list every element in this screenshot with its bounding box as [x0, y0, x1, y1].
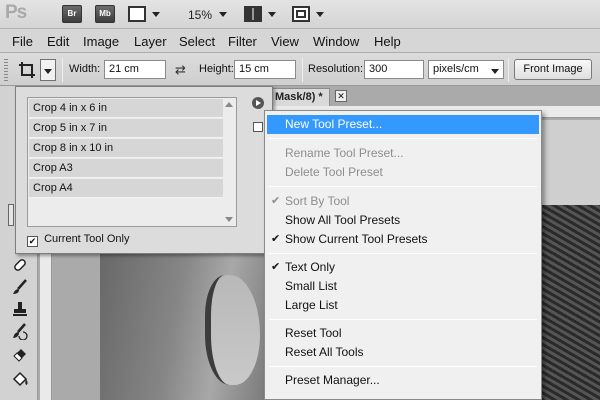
- menu-view[interactable]: View: [271, 34, 299, 49]
- menu-bar: File Edit Image Layer Select Filter View…: [0, 29, 600, 53]
- checkmark-icon: ✔: [271, 233, 281, 245]
- menu-item-rename-tool-preset: Rename Tool Preset...: [285, 146, 404, 160]
- checkmark-icon: ✔: [271, 195, 281, 207]
- current-tool-only-option[interactable]: ✔ Current Tool Only: [27, 233, 129, 247]
- menu-layer[interactable]: Layer: [134, 34, 167, 49]
- swap-dimensions-icon[interactable]: ⇄: [175, 62, 186, 78]
- launch-mini-bridge-button[interactable]: Mb: [95, 5, 115, 23]
- chevron-down-icon: [152, 12, 160, 17]
- tool-slot[interactable]: [8, 204, 14, 226]
- clone-stamp-icon[interactable]: [11, 300, 29, 318]
- view-extras-icon: [128, 6, 146, 22]
- resolution-unit-select[interactable]: pixels/cm: [428, 60, 504, 79]
- crop-icon: [19, 62, 35, 78]
- height-label: Height:: [199, 63, 234, 75]
- photoshop-logo: Ps: [5, 2, 27, 23]
- tool-preset-list[interactable]: Crop 4 in x 6 in Crop 5 in x 7 in Crop 8…: [27, 97, 237, 227]
- document-tab[interactable]: Mask/8) *: [268, 88, 330, 106]
- document-image-texture: [540, 205, 600, 400]
- options-grip: [4, 59, 8, 81]
- preset-list-scrollbar[interactable]: [223, 99, 235, 225]
- menu-item-delete-tool-preset: Delete Tool Preset: [285, 165, 383, 179]
- tool-preset-picker-button[interactable]: [40, 59, 56, 81]
- chevron-down-icon: [316, 12, 324, 17]
- menu-separator: [269, 366, 537, 367]
- tool-options-bar: Width: 21 cm ⇄ Height: 15 cm Resolution:…: [0, 53, 600, 86]
- width-label: Width:: [69, 63, 101, 75]
- history-brush-icon[interactable]: [11, 322, 29, 340]
- view-extras-button[interactable]: [128, 6, 160, 24]
- checkmark-icon: ✔: [271, 261, 281, 273]
- menu-item-new-tool-preset[interactable]: New Tool Preset...: [267, 115, 539, 134]
- menu-item-small-list[interactable]: Small List: [267, 277, 539, 296]
- tool-preset-picker-panel: Crop 4 in x 6 in Crop 5 in x 7 in Crop 8…: [15, 86, 273, 254]
- menu-edit[interactable]: Edit: [47, 34, 69, 49]
- application-bar: Ps Br Mb 15%: [0, 0, 600, 29]
- height-input[interactable]: 15 cm: [234, 60, 296, 79]
- menu-item-show-current-tool-presets[interactable]: ✔ Show Current Tool Presets: [267, 230, 539, 249]
- menu-item-preset-manager[interactable]: Preset Manager...: [267, 371, 539, 390]
- menu-item-reset-all-tools[interactable]: Reset All Tools: [267, 343, 539, 362]
- options-separator: [62, 58, 63, 82]
- zoom-level[interactable]: 15%: [188, 8, 212, 22]
- menu-item-reset-tool[interactable]: Reset Tool: [267, 324, 539, 343]
- menu-file[interactable]: File: [12, 34, 33, 49]
- document-background: [540, 120, 600, 205]
- menu-separator: [269, 319, 537, 320]
- paint-bucket-icon[interactable]: [11, 370, 29, 388]
- screen-mode-icon: [292, 6, 310, 22]
- menu-item-large-list[interactable]: Large List: [267, 296, 539, 315]
- spot-healing-brush-icon[interactable]: [11, 256, 29, 274]
- resolution-unit-value: pixels/cm: [433, 63, 479, 75]
- preset-item[interactable]: Crop 4 in x 6 in: [29, 99, 223, 118]
- menu-separator: [269, 186, 537, 187]
- screen-mode-button[interactable]: [292, 6, 324, 24]
- create-new-preset-icon[interactable]: [253, 122, 263, 132]
- menu-item-text-only[interactable]: ✔ Text Only: [267, 258, 539, 277]
- width-input[interactable]: 21 cm: [104, 60, 166, 79]
- preset-item[interactable]: Crop 8 in x 10 in: [29, 139, 223, 158]
- menu-item-show-all-tool-presets[interactable]: Show All Tool Presets: [267, 211, 539, 230]
- menu-select[interactable]: Select: [179, 34, 215, 49]
- scroll-up-icon[interactable]: [225, 102, 233, 107]
- options-separator: [302, 58, 303, 82]
- menu-item-label: Text Only: [285, 260, 336, 274]
- panel-menu-button[interactable]: [252, 97, 264, 109]
- scroll-down-icon[interactable]: [225, 217, 233, 222]
- preset-item[interactable]: Crop 5 in x 7 in: [29, 119, 223, 138]
- document-close-icon[interactable]: ✕: [335, 90, 347, 102]
- resolution-label: Resolution:: [308, 63, 364, 75]
- brush-icon[interactable]: [11, 278, 29, 296]
- preset-item[interactable]: Crop A4: [29, 179, 223, 198]
- current-tool-only-checkbox[interactable]: ✔: [27, 236, 38, 247]
- menu-separator: [269, 138, 537, 139]
- menu-separator: [269, 253, 537, 254]
- arrange-documents-icon: [244, 6, 262, 22]
- menu-image[interactable]: Image: [83, 34, 119, 49]
- chevron-down-icon: [44, 69, 52, 74]
- options-separator: [508, 58, 509, 82]
- menu-item-label: Sort By Tool: [285, 194, 350, 208]
- eraser-icon[interactable]: [11, 344, 29, 362]
- chevron-down-icon: [491, 69, 499, 74]
- menu-item-sort-by-tool: ✔ Sort By Tool: [267, 192, 539, 211]
- chevron-down-icon: [268, 12, 276, 17]
- preset-item[interactable]: Crop A3: [29, 159, 223, 178]
- zoom-chevron-down-icon[interactable]: [219, 12, 227, 17]
- menu-item-label: Show Current Tool Presets: [285, 232, 428, 246]
- document-tab-title: Mask/8) *: [275, 91, 323, 103]
- arrange-documents-button[interactable]: [244, 6, 276, 24]
- front-image-button[interactable]: Front Image: [514, 59, 592, 80]
- tool-preset-context-menu: New Tool Preset... Rename Tool Preset...…: [264, 110, 542, 400]
- current-tool-only-label: Current Tool Only: [44, 233, 130, 245]
- resolution-input[interactable]: 300: [364, 60, 424, 79]
- menu-filter[interactable]: Filter: [228, 34, 257, 49]
- launch-bridge-button[interactable]: Br: [62, 5, 82, 23]
- menu-help[interactable]: Help: [374, 34, 401, 49]
- menu-window[interactable]: Window: [313, 34, 359, 49]
